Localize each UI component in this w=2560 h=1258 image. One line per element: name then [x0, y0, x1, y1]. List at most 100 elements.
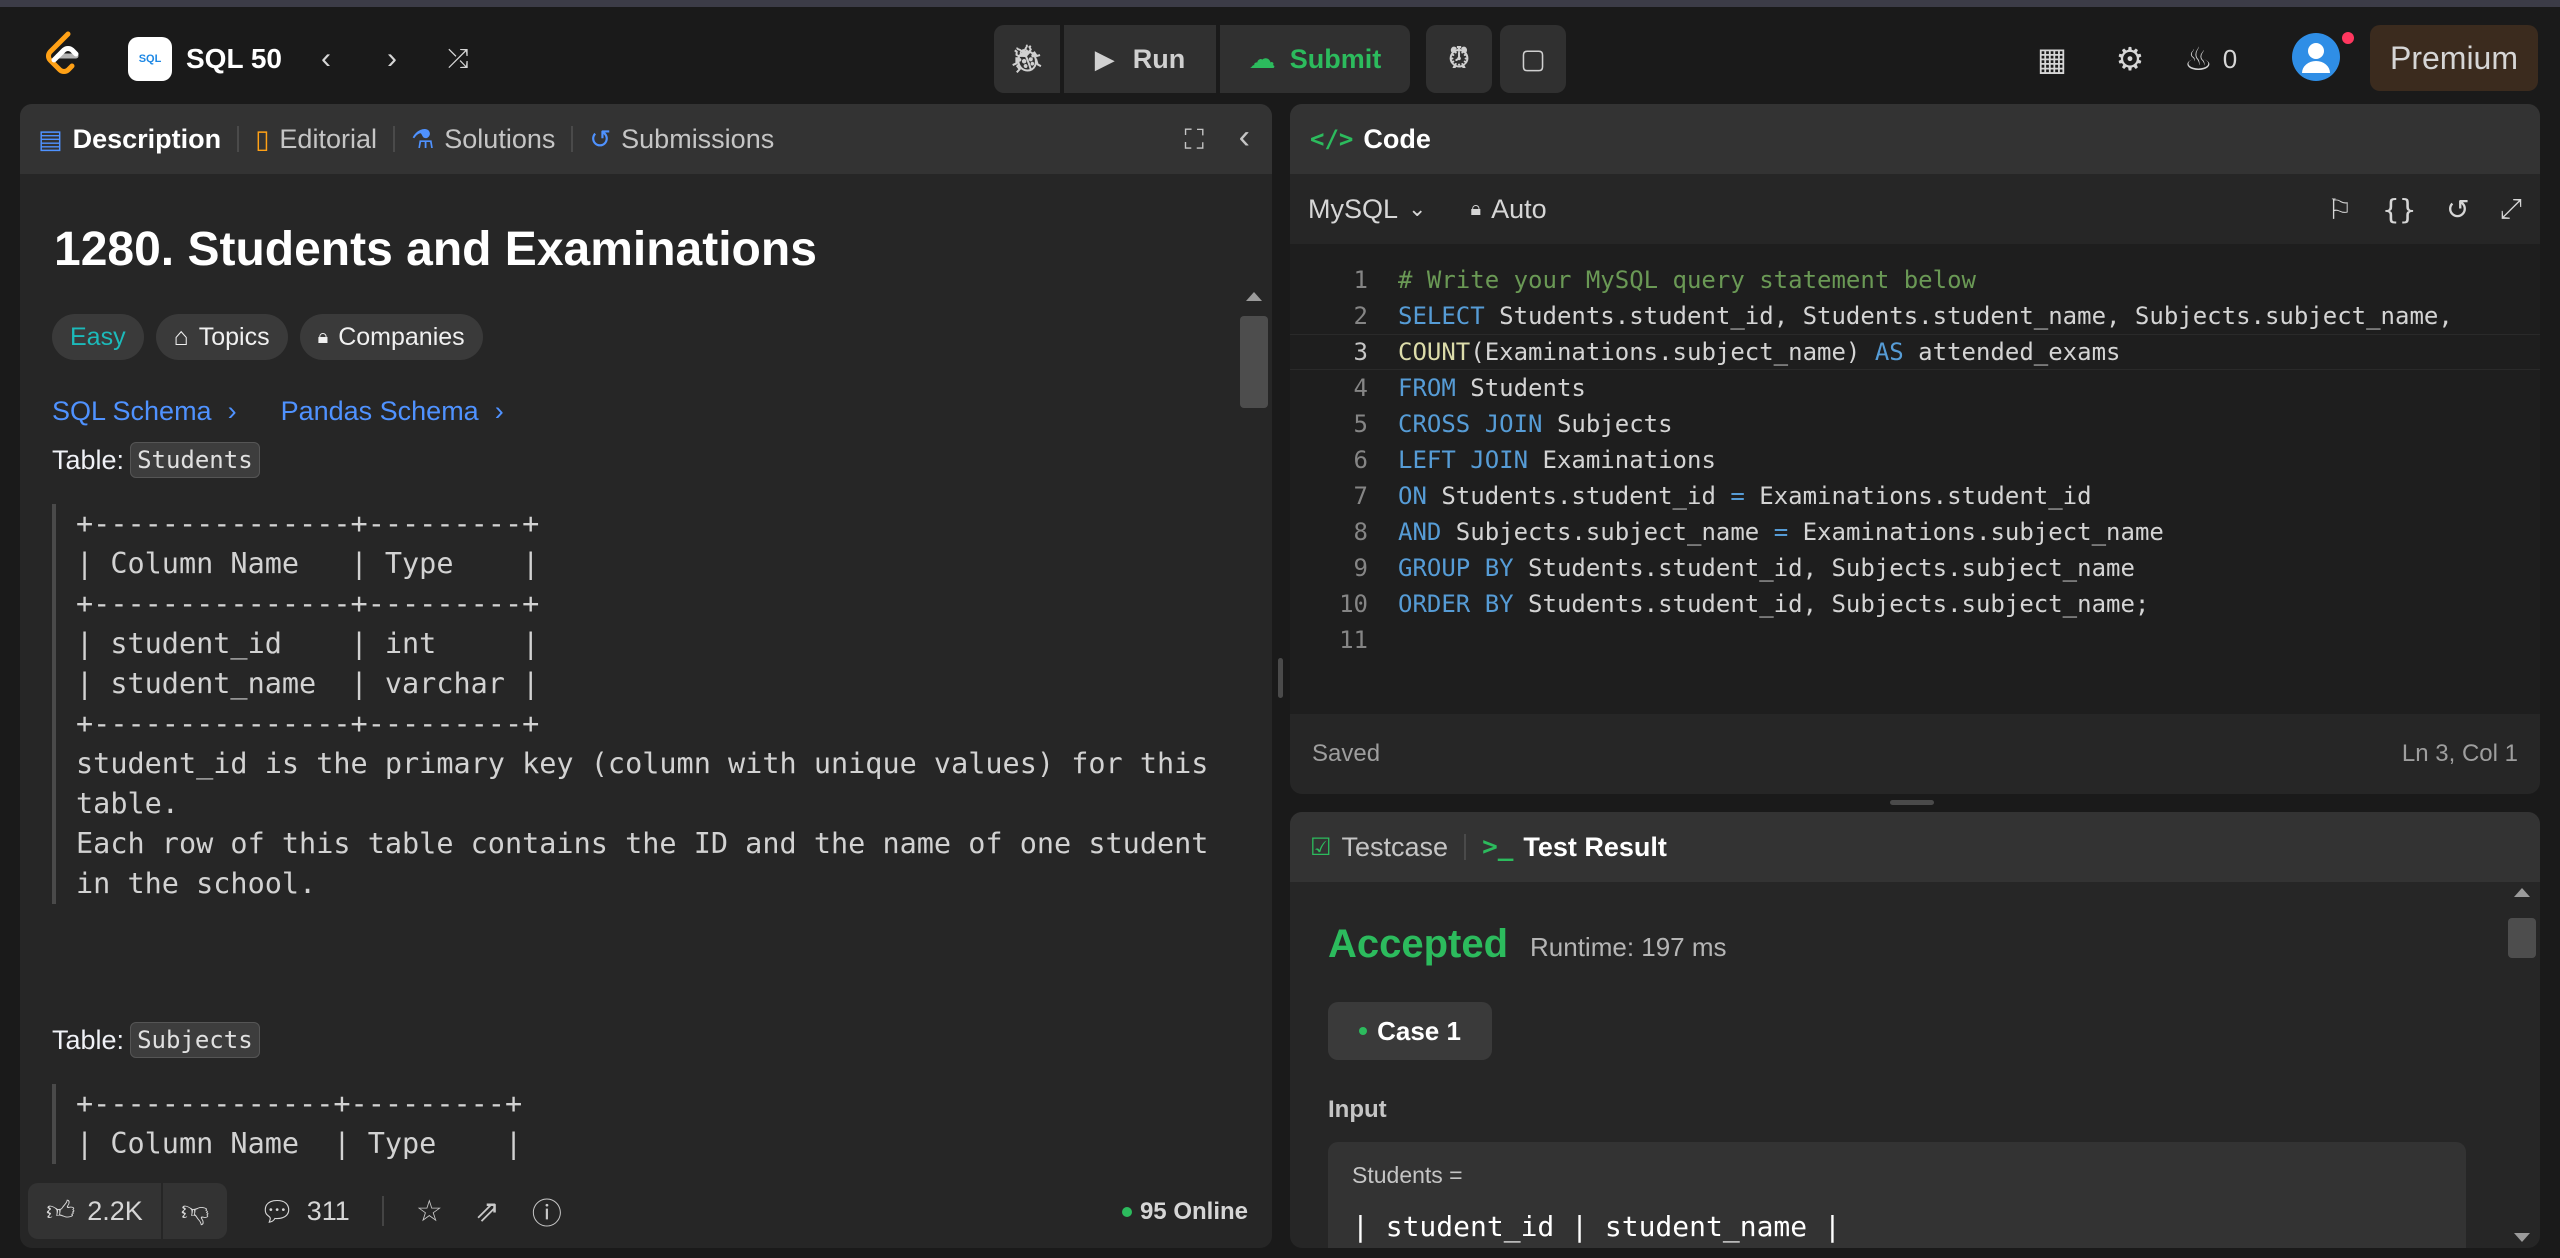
expand-icon[interactable]: ⤢: [2500, 193, 2522, 226]
table-subjects-schema: +--------------+---------+ | Column Name…: [52, 1084, 522, 1164]
scroll-thumb[interactable]: [2508, 918, 2536, 958]
avatar[interactable]: [2292, 33, 2340, 81]
like-button[interactable]: 👍︎ 2.2K: [28, 1183, 161, 1239]
layout-button[interactable]: ▦: [2028, 35, 2076, 83]
code-status-bar: Saved Ln 3, Col 1: [1290, 714, 2540, 794]
footer-divider: [381, 1196, 384, 1226]
line-number: 4: [1353, 374, 1368, 402]
code-line[interactable]: 7 ON Students.student_id = Examinations.s…: [1290, 478, 2540, 514]
code-text: CROSS JOIN Subjects: [1398, 410, 1673, 438]
code-line[interactable]: 8 AND Subjects.subject_name = Examination…: [1290, 514, 2540, 550]
line-number: 5: [1353, 410, 1368, 438]
pandas-schema-link[interactable]: Pandas Schema ›: [281, 396, 504, 427]
study-plan-icon[interactable]: SQL: [128, 37, 172, 81]
document-icon: ▤: [38, 123, 63, 154]
gear-icon: ⚙: [2115, 41, 2145, 77]
scroll-up-arrow[interactable]: [2514, 888, 2530, 897]
tab-solutions[interactable]: ⚗ Solutions: [395, 124, 571, 155]
code-line[interactable]: 10 ORDER BY Students.student_id, Subjects…: [1290, 586, 2540, 622]
code-line[interactable]: 5 CROSS JOIN Subjects: [1290, 406, 2540, 442]
format-braces-icon[interactable]: {}: [2382, 193, 2416, 226]
tag-icon: ⌂: [173, 322, 189, 351]
next-problem-button[interactable]: ›: [368, 35, 416, 83]
tab-editorial-label: Editorial: [279, 123, 377, 154]
notification-dot: [2342, 32, 2354, 44]
tab-submissions-label: Submissions: [621, 123, 775, 154]
code-line[interactable]: 1 # Write your MySQL query statement belo…: [1290, 262, 2540, 298]
tab-submissions[interactable]: ↺ Submissions: [573, 124, 790, 155]
input-box: Students = | student_id | student_name |: [1328, 1142, 2466, 1248]
case-1-button[interactable]: Case 1: [1328, 1002, 1492, 1060]
study-plan-title[interactable]: SQL 50: [186, 37, 282, 81]
history-icon: ↺: [589, 123, 612, 154]
cloud-upload-icon: ☁: [1248, 43, 1276, 74]
prev-problem-button[interactable]: ‹: [302, 35, 350, 83]
lock-icon: 🔒︎: [317, 325, 329, 348]
code-line[interactable]: 11: [1290, 622, 2540, 658]
tab-test-result[interactable]: >_ Test Result: [1466, 832, 1683, 863]
comment-count: 311: [306, 1195, 350, 1226]
favorite-button[interactable]: ☆: [416, 1194, 443, 1229]
debug-button[interactable]: 🐞︎: [994, 25, 1060, 93]
random-problem-button[interactable]: ⤮: [434, 35, 482, 83]
result-scrollbar[interactable]: [2508, 882, 2536, 1248]
companies-chip[interactable]: 🔒︎ Companies: [299, 314, 483, 360]
sql-schema-link[interactable]: SQL Schema ›: [52, 396, 237, 427]
input-variable: Students =: [1352, 1162, 1463, 1188]
comments-button[interactable]: 💬︎ 311: [259, 1195, 350, 1228]
notes-button[interactable]: ▢: [1500, 25, 1566, 93]
description-scrollbar[interactable]: [1240, 286, 1268, 1248]
language-select[interactable]: MySQL ⌄: [1308, 194, 1426, 225]
tab-description[interactable]: ▤ Description: [20, 124, 237, 155]
dislike-button[interactable]: 👎︎: [163, 1183, 227, 1239]
result-tabs: ☑ Testcase >_ Test Result: [1290, 812, 2540, 882]
terminal-icon: >_: [1482, 832, 1514, 862]
scroll-thumb[interactable]: [1240, 316, 1268, 408]
topics-label: Topics: [198, 322, 270, 351]
chevron-right-icon: ›: [494, 396, 504, 426]
code-editor[interactable]: 1 # Write your MySQL query statement belo…: [1290, 244, 2540, 714]
table-name: Students: [130, 442, 260, 478]
code-line[interactable]: 4 FROM Students: [1290, 370, 2540, 406]
run-button[interactable]: ▶ Run: [1064, 25, 1216, 93]
submit-button[interactable]: ☁ Submit: [1220, 25, 1410, 93]
code-line[interactable]: 9 GROUP BY Students.student_id, Subjects.…: [1290, 550, 2540, 586]
line-number: 8: [1353, 518, 1368, 546]
scroll-up-arrow[interactable]: [1246, 292, 1262, 301]
code-text: AND Subjects.subject_name = Examinations…: [1398, 518, 2164, 546]
scroll-down-arrow[interactable]: [2514, 1233, 2530, 1242]
code-tabs: </> Code: [1290, 104, 2540, 174]
premium-button[interactable]: Premium: [2370, 25, 2538, 91]
maximize-button[interactable]: ⛶: [1184, 124, 1204, 157]
editor-actions: ⚐ {} ↺ ⤢: [2327, 174, 2522, 244]
horizontal-resize-handle[interactable]: [1890, 800, 1934, 805]
pandas-schema-label: Pandas Schema: [280, 396, 479, 426]
line-number: 9: [1353, 554, 1368, 582]
tab-solutions-label: Solutions: [444, 123, 556, 154]
leetcode-logo[interactable]: [38, 29, 86, 77]
code-text: SELECT Students.student_id, Students.stu…: [1398, 302, 2453, 330]
description-tabs: ▤ Description ▯ Editorial ⚗ Solutions ↺ …: [20, 104, 1272, 174]
collapse-panel-button[interactable]: ‹: [1239, 118, 1250, 157]
code-line[interactable]: 3 COUNT(Examinations.subject_name) AS att…: [1290, 334, 2540, 370]
book-icon: ▯: [255, 123, 270, 154]
code-line[interactable]: 2 SELECT Students.student_id, Students.st…: [1290, 298, 2540, 334]
tab-editorial[interactable]: ▯ Editorial: [239, 124, 393, 155]
tab-testcase[interactable]: ☑ Testcase: [1290, 832, 1464, 863]
tab-code[interactable]: </> Code: [1290, 124, 1447, 155]
reset-icon[interactable]: ↺: [2446, 193, 2469, 226]
timer-button[interactable]: ⏰︎: [1426, 25, 1492, 93]
online-count: 95 Online: [1139, 1198, 1248, 1225]
streak-counter[interactable]: ♨ 0: [2184, 35, 2237, 83]
submit-label: Submit: [1289, 43, 1382, 74]
table-students-schema: +---------------+---------+ | Column Nam…: [52, 504, 1208, 904]
vertical-resize-handle[interactable]: [1278, 658, 1283, 698]
topics-chip[interactable]: ⌂ Topics: [155, 314, 288, 360]
settings-button[interactable]: ⚙: [2106, 35, 2154, 83]
help-button[interactable]: ⓘ: [532, 1189, 562, 1233]
share-button[interactable]: ⇗: [475, 1194, 500, 1229]
auto-mode-toggle[interactable]: 🔒︎ Auto: [1470, 194, 1546, 225]
lock-icon: 🔒︎: [1470, 197, 1482, 220]
bookmark-icon[interactable]: ⚐: [2327, 193, 2352, 226]
code-line[interactable]: 6 LEFT JOIN Examinations: [1290, 442, 2540, 478]
